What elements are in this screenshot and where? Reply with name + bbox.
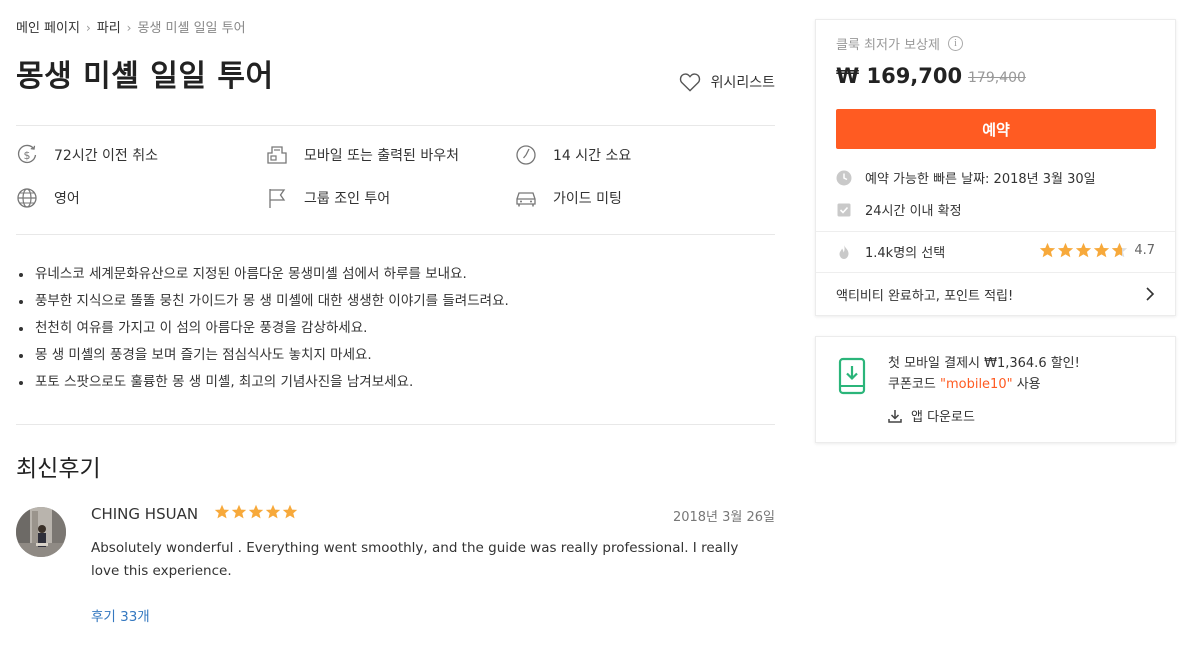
breadcrumb: 메인 페이지 › 파리 › 몽생 미셸 일일 투어 (16, 17, 246, 36)
price-guarantee-label: 클룩 최저가 보상제 i (836, 34, 963, 53)
review-stars (214, 504, 298, 520)
chevron-right-icon (1146, 287, 1155, 301)
globe-icon (16, 187, 38, 209)
booking-card: 클룩 최저가 보상제 i ₩ 169,700 179,400 예약 예약 가능한… (815, 19, 1176, 316)
star-icon (1076, 242, 1092, 258)
highlights-list: 유네스코 세계문화유산으로 지정된 아름다운 몽생미셸 섬에서 하루를 보내요.… (16, 262, 775, 397)
highlight-item: 포토 스팟으로도 훌륭한 몽 생 미셸, 최고의 기념사진을 남겨보세요. (16, 370, 775, 397)
app-download-label: 앱 다운로드 (911, 410, 975, 425)
rating-value: 4.7 (1134, 243, 1155, 258)
price-guarantee-text: 클룩 최저가 보상제 (836, 38, 940, 53)
mobile-download-icon (838, 357, 866, 395)
coupon-line: 쿠폰코드 "mobile10" 사용 (888, 373, 1041, 392)
book-button[interactable]: 예약 (836, 109, 1156, 149)
wishlist-label: 위시리스트 (710, 75, 775, 91)
feature-meeting: 가이드 미팅 (515, 187, 622, 209)
feature-voucher: 모바일 또는 출력된 바우처 (266, 144, 459, 166)
earliest-date-text: 예약 가능한 빠른 날짜: 2018년 3월 30일 (865, 172, 1096, 187)
coupon-code: "mobile10" (939, 377, 1013, 392)
feature-group: 그룹 조인 투어 (266, 187, 390, 209)
original-price: 179,400 (968, 70, 1026, 86)
review-text: Absolutely wonderful . Everything went s… (91, 540, 739, 579)
more-reviews-link[interactable]: 후기 33개 (91, 605, 150, 625)
breadcrumb-separator: › (126, 21, 132, 35)
feature-label: 모바일 또는 출력된 바우처 (304, 148, 460, 164)
divider (16, 125, 775, 126)
car-icon (515, 187, 537, 209)
points-text: 액티비티 완료하고, 포인트 적립! (836, 289, 1014, 304)
feature-duration: 14 시간 소요 (515, 144, 631, 166)
confirm-text: 24시간 이내 확정 (865, 204, 962, 219)
feature-label: 72시간 이전 취소 (54, 148, 158, 164)
heart-icon (679, 73, 700, 92)
star-icon (214, 504, 230, 519)
wishlist-button[interactable]: 위시리스트 (679, 72, 775, 92)
coupon-prefix: 쿠폰코드 (888, 377, 940, 392)
star-icon (248, 504, 264, 519)
highlight-item: 몽 생 미셸의 풍경을 보며 즐기는 점심식사도 놓치지 마세요. (16, 343, 775, 370)
divider (816, 231, 1175, 232)
star-icon (231, 504, 247, 519)
mobile-promo-card: 첫 모바일 결제시 ₩1,364.6 할인! 쿠폰코드 "mobile10" 사… (815, 336, 1176, 443)
star-icon (265, 504, 281, 519)
fire-icon (836, 244, 852, 260)
app-download-link[interactable]: 앱 다운로드 (888, 406, 975, 425)
svg-text:$: $ (24, 149, 31, 162)
feature-label: 가이드 미팅 (553, 191, 622, 207)
info-icon[interactable]: i (947, 36, 963, 51)
divider (16, 234, 775, 235)
highlight-item: 천천히 여유를 가지고 이 섬의 아름다운 풍경을 감상하세요. (16, 316, 775, 343)
review-date: 2018년 3월 26일 (672, 510, 775, 525)
check-icon (836, 202, 852, 218)
breadcrumb-current: 몽생 미셸 일일 투어 (137, 21, 246, 36)
coupon-suffix: 사용 (1012, 377, 1041, 392)
clock-icon (515, 144, 537, 166)
highlight-item: 풍부한 지식으로 똘똘 뭉친 가이드가 몽 생 미셸에 대한 생생한 이야기를 … (16, 289, 775, 316)
feature-label: 14 시간 소요 (553, 148, 632, 164)
reviews-title: 최신후기 (16, 456, 101, 482)
half-star-icon (1112, 242, 1128, 258)
clock-icon (836, 170, 852, 186)
points-row[interactable]: 액티비티 완료하고, 포인트 적립! (816, 273, 1175, 315)
feature-language: 영어 (16, 187, 80, 209)
download-icon (888, 409, 902, 423)
current-price: ₩ 169,700 (836, 64, 963, 88)
feature-label: 영어 (54, 191, 80, 207)
voucher-icon (266, 144, 288, 166)
feature-cancellation: $ 72시간 이전 취소 (16, 144, 158, 166)
star-icon (1040, 242, 1056, 258)
breadcrumb-separator: › (85, 21, 91, 35)
mobile-discount-text: 첫 모바일 결제시 ₩1,364.6 할인! (888, 356, 1080, 371)
breadcrumb-home[interactable]: 메인 페이지 (16, 21, 80, 36)
page-title: 몽생 미셸 일일 투어 (16, 59, 274, 94)
star-icon (1058, 242, 1074, 258)
earliest-date-row: 예약 가능한 빠른 날짜: 2018년 3월 30일 (836, 168, 1096, 187)
popularity-row: 1.4k명의 선택 (836, 242, 945, 261)
confirm-row: 24시간 이내 확정 (836, 200, 962, 219)
popularity-text: 1.4k명의 선택 (865, 246, 946, 261)
star-icon (282, 504, 298, 519)
breadcrumb-city[interactable]: 파리 (97, 21, 121, 36)
highlight-item: 유네스코 세계문화유산으로 지정된 아름다운 몽생미셸 섬에서 하루를 보내요. (16, 262, 775, 289)
avatar (16, 507, 66, 557)
flag-icon (266, 187, 288, 209)
rating: 4.7 (1039, 242, 1155, 259)
divider (16, 424, 775, 425)
reviewer-name: CHING HSUAN (91, 505, 199, 523)
star-icon (1094, 242, 1110, 258)
feature-label: 그룹 조인 투어 (304, 191, 391, 207)
dollar-cancel-icon: $ (16, 144, 38, 166)
